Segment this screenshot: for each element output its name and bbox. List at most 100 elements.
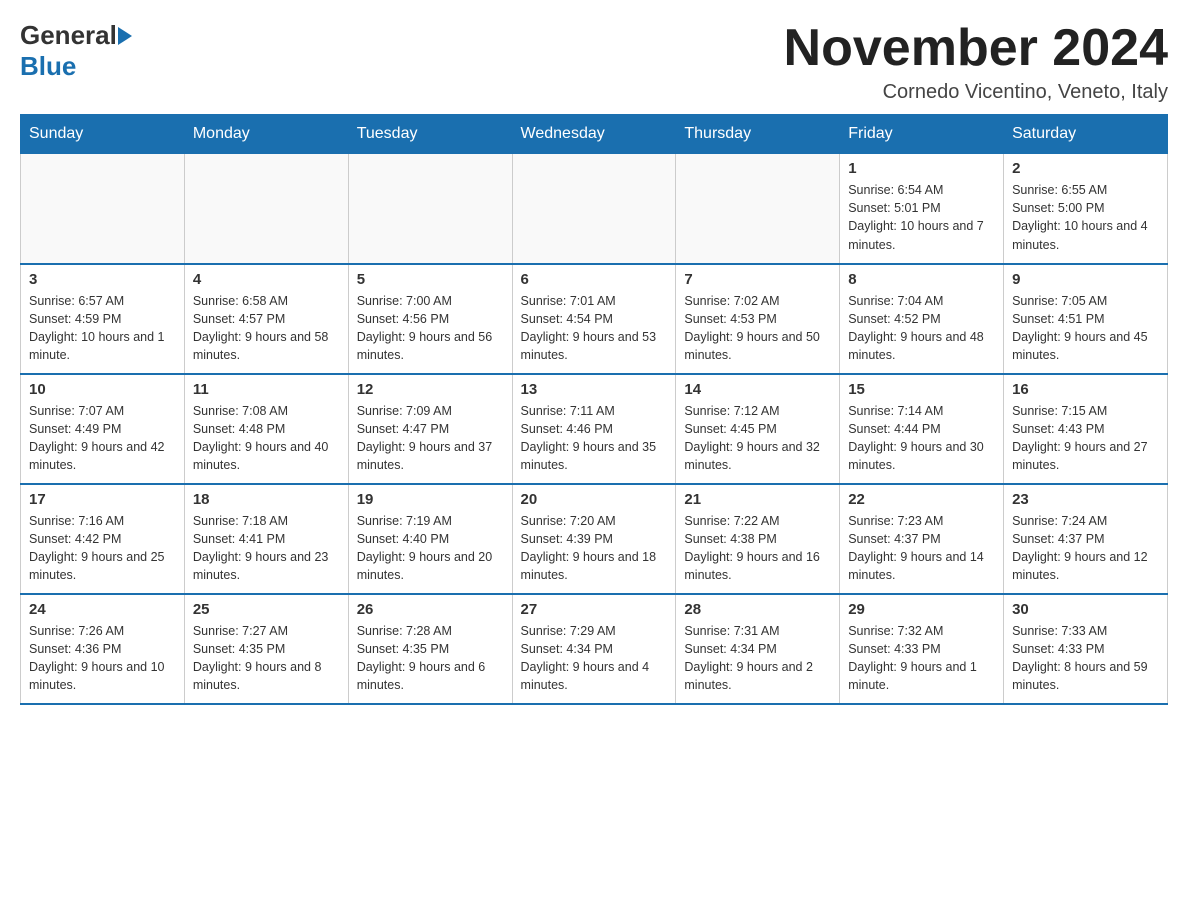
day-number: 29 <box>848 601 995 618</box>
day-info: Sunrise: 7:18 AM Sunset: 4:41 PM Dayligh… <box>193 512 340 585</box>
day-number: 24 <box>29 601 176 618</box>
day-number: 12 <box>357 381 504 398</box>
location-text: Cornedo Vicentino, Veneto, Italy <box>784 81 1168 104</box>
day-number: 2 <box>1012 160 1159 177</box>
calendar-cell: 1Sunrise: 6:54 AM Sunset: 5:01 PM Daylig… <box>840 154 1004 264</box>
day-number: 20 <box>521 491 668 508</box>
weekday-header-wednesday: Wednesday <box>512 115 676 154</box>
day-number: 19 <box>357 491 504 508</box>
calendar-cell: 4 Sunrise: 6:58 AM Sunset: 4:57 PM Daylig… <box>184 264 348 374</box>
calendar-cell: 8Sunrise: 7:04 AM Sunset: 4:52 PM Daylig… <box>840 264 1004 374</box>
weekday-header-tuesday: Tuesday <box>348 115 512 154</box>
weekday-header-row: SundayMondayTuesdayWednesdayThursdayFrid… <box>21 115 1168 154</box>
calendar-cell: 6 Sunrise: 7:01 AM Sunset: 4:54 PM Daylig… <box>512 264 676 374</box>
day-info: Sunrise: 7:02 AM Sunset: 4:53 PM Dayligh… <box>684 292 831 365</box>
day-number: 15 <box>848 381 995 398</box>
day-info: Sunrise: 7:16 AM Sunset: 4:42 PM Dayligh… <box>29 512 176 585</box>
day-info: Sunrise: 7:14 AM Sunset: 4:44 PM Dayligh… <box>848 402 995 475</box>
day-number: 9 <box>1012 271 1159 288</box>
calendar-cell <box>348 154 512 264</box>
calendar-cell: 22 Sunrise: 7:23 AM Sunset: 4:37 PM Dayli… <box>840 484 1004 594</box>
day-number: 13 <box>521 381 668 398</box>
calendar-cell: 23 Sunrise: 7:24 AM Sunset: 4:37 PM Dayli… <box>1004 484 1168 594</box>
day-number: 30 <box>1012 601 1159 618</box>
month-title: November 2024 <box>784 20 1168 77</box>
day-info: Sunrise: 7:00 AM Sunset: 4:56 PM Dayligh… <box>357 292 504 365</box>
calendar-cell: 17 Sunrise: 7:16 AM Sunset: 4:42 PM Dayli… <box>21 484 185 594</box>
calendar-table: SundayMondayTuesdayWednesdayThursdayFrid… <box>20 114 1168 705</box>
day-number: 23 <box>1012 491 1159 508</box>
day-number: 17 <box>29 491 176 508</box>
day-info: Sunrise: 7:09 AM Sunset: 4:47 PM Dayligh… <box>357 402 504 475</box>
logo-general-text: General <box>20 20 117 51</box>
day-number: 27 <box>521 601 668 618</box>
calendar-cell <box>21 154 185 264</box>
calendar-cell <box>184 154 348 264</box>
calendar-week-5: 24 Sunrise: 7:26 AM Sunset: 4:36 PM Dayli… <box>21 594 1168 704</box>
day-info: Sunrise: 7:01 AM Sunset: 4:54 PM Dayligh… <box>521 292 668 365</box>
day-info: Sunrise: 7:29 AM Sunset: 4:34 PM Dayligh… <box>521 622 668 695</box>
calendar-cell: 24 Sunrise: 7:26 AM Sunset: 4:36 PM Dayli… <box>21 594 185 704</box>
calendar-body: 1Sunrise: 6:54 AM Sunset: 5:01 PM Daylig… <box>21 154 1168 704</box>
calendar-cell: 30 Sunrise: 7:33 AM Sunset: 4:33 PM Dayli… <box>1004 594 1168 704</box>
calendar-cell: 27 Sunrise: 7:29 AM Sunset: 4:34 PM Dayli… <box>512 594 676 704</box>
day-info: Sunrise: 6:57 AM Sunset: 4:59 PM Dayligh… <box>29 292 176 365</box>
day-number: 5 <box>357 271 504 288</box>
calendar-cell: 14Sunrise: 7:12 AM Sunset: 4:45 PM Dayli… <box>676 374 840 484</box>
calendar-week-3: 10Sunrise: 7:07 AM Sunset: 4:49 PM Dayli… <box>21 374 1168 484</box>
day-number: 1 <box>848 160 995 177</box>
calendar-week-4: 17 Sunrise: 7:16 AM Sunset: 4:42 PM Dayli… <box>21 484 1168 594</box>
calendar-cell <box>676 154 840 264</box>
calendar-cell: 26 Sunrise: 7:28 AM Sunset: 4:35 PM Dayli… <box>348 594 512 704</box>
day-number: 10 <box>29 381 176 398</box>
day-info: Sunrise: 7:28 AM Sunset: 4:35 PM Dayligh… <box>357 622 504 695</box>
day-info: Sunrise: 7:11 AM Sunset: 4:46 PM Dayligh… <box>521 402 668 475</box>
calendar-cell: 10Sunrise: 7:07 AM Sunset: 4:49 PM Dayli… <box>21 374 185 484</box>
logo: General Blue <box>20 20 132 82</box>
page-header: General Blue November 2024 Cornedo Vicen… <box>20 20 1168 104</box>
day-info: Sunrise: 7:27 AM Sunset: 4:35 PM Dayligh… <box>193 622 340 695</box>
day-number: 18 <box>193 491 340 508</box>
day-number: 14 <box>684 381 831 398</box>
calendar-cell: 13 Sunrise: 7:11 AM Sunset: 4:46 PM Dayli… <box>512 374 676 484</box>
calendar-cell: 7 Sunrise: 7:02 AM Sunset: 4:53 PM Daylig… <box>676 264 840 374</box>
day-info: Sunrise: 7:26 AM Sunset: 4:36 PM Dayligh… <box>29 622 176 695</box>
calendar-cell <box>512 154 676 264</box>
calendar-cell: 9 Sunrise: 7:05 AM Sunset: 4:51 PM Daylig… <box>1004 264 1168 374</box>
day-number: 25 <box>193 601 340 618</box>
day-info: Sunrise: 7:22 AM Sunset: 4:38 PM Dayligh… <box>684 512 831 585</box>
day-number: 26 <box>357 601 504 618</box>
weekday-header-sunday: Sunday <box>21 115 185 154</box>
day-number: 3 <box>29 271 176 288</box>
day-info: Sunrise: 7:23 AM Sunset: 4:37 PM Dayligh… <box>848 512 995 585</box>
calendar-cell: 20Sunrise: 7:20 AM Sunset: 4:39 PM Dayli… <box>512 484 676 594</box>
day-number: 28 <box>684 601 831 618</box>
day-info: Sunrise: 7:08 AM Sunset: 4:48 PM Dayligh… <box>193 402 340 475</box>
calendar-cell: 15 Sunrise: 7:14 AM Sunset: 4:44 PM Dayli… <box>840 374 1004 484</box>
calendar-cell: 29Sunrise: 7:32 AM Sunset: 4:33 PM Dayli… <box>840 594 1004 704</box>
logo-triangle-icon <box>118 27 132 45</box>
day-info: Sunrise: 6:55 AM Sunset: 5:00 PM Dayligh… <box>1012 181 1159 254</box>
calendar-cell: 11Sunrise: 7:08 AM Sunset: 4:48 PM Dayli… <box>184 374 348 484</box>
day-info: Sunrise: 7:33 AM Sunset: 4:33 PM Dayligh… <box>1012 622 1159 695</box>
day-info: Sunrise: 7:31 AM Sunset: 4:34 PM Dayligh… <box>684 622 831 695</box>
day-info: Sunrise: 6:58 AM Sunset: 4:57 PM Dayligh… <box>193 292 340 365</box>
day-info: Sunrise: 7:19 AM Sunset: 4:40 PM Dayligh… <box>357 512 504 585</box>
day-number: 21 <box>684 491 831 508</box>
weekday-header-thursday: Thursday <box>676 115 840 154</box>
day-number: 8 <box>848 271 995 288</box>
day-number: 22 <box>848 491 995 508</box>
calendar-header: SundayMondayTuesdayWednesdayThursdayFrid… <box>21 115 1168 154</box>
day-info: Sunrise: 7:05 AM Sunset: 4:51 PM Dayligh… <box>1012 292 1159 365</box>
day-number: 7 <box>684 271 831 288</box>
day-number: 6 <box>521 271 668 288</box>
weekday-header-friday: Friday <box>840 115 1004 154</box>
calendar-week-1: 1Sunrise: 6:54 AM Sunset: 5:01 PM Daylig… <box>21 154 1168 264</box>
day-number: 4 <box>193 271 340 288</box>
day-number: 16 <box>1012 381 1159 398</box>
calendar-cell: 3 Sunrise: 6:57 AM Sunset: 4:59 PM Daylig… <box>21 264 185 374</box>
calendar-cell: 28 Sunrise: 7:31 AM Sunset: 4:34 PM Dayli… <box>676 594 840 704</box>
day-info: Sunrise: 7:24 AM Sunset: 4:37 PM Dayligh… <box>1012 512 1159 585</box>
calendar-cell: 2 Sunrise: 6:55 AM Sunset: 5:00 PM Daylig… <box>1004 154 1168 264</box>
calendar-cell: 5 Sunrise: 7:00 AM Sunset: 4:56 PM Daylig… <box>348 264 512 374</box>
